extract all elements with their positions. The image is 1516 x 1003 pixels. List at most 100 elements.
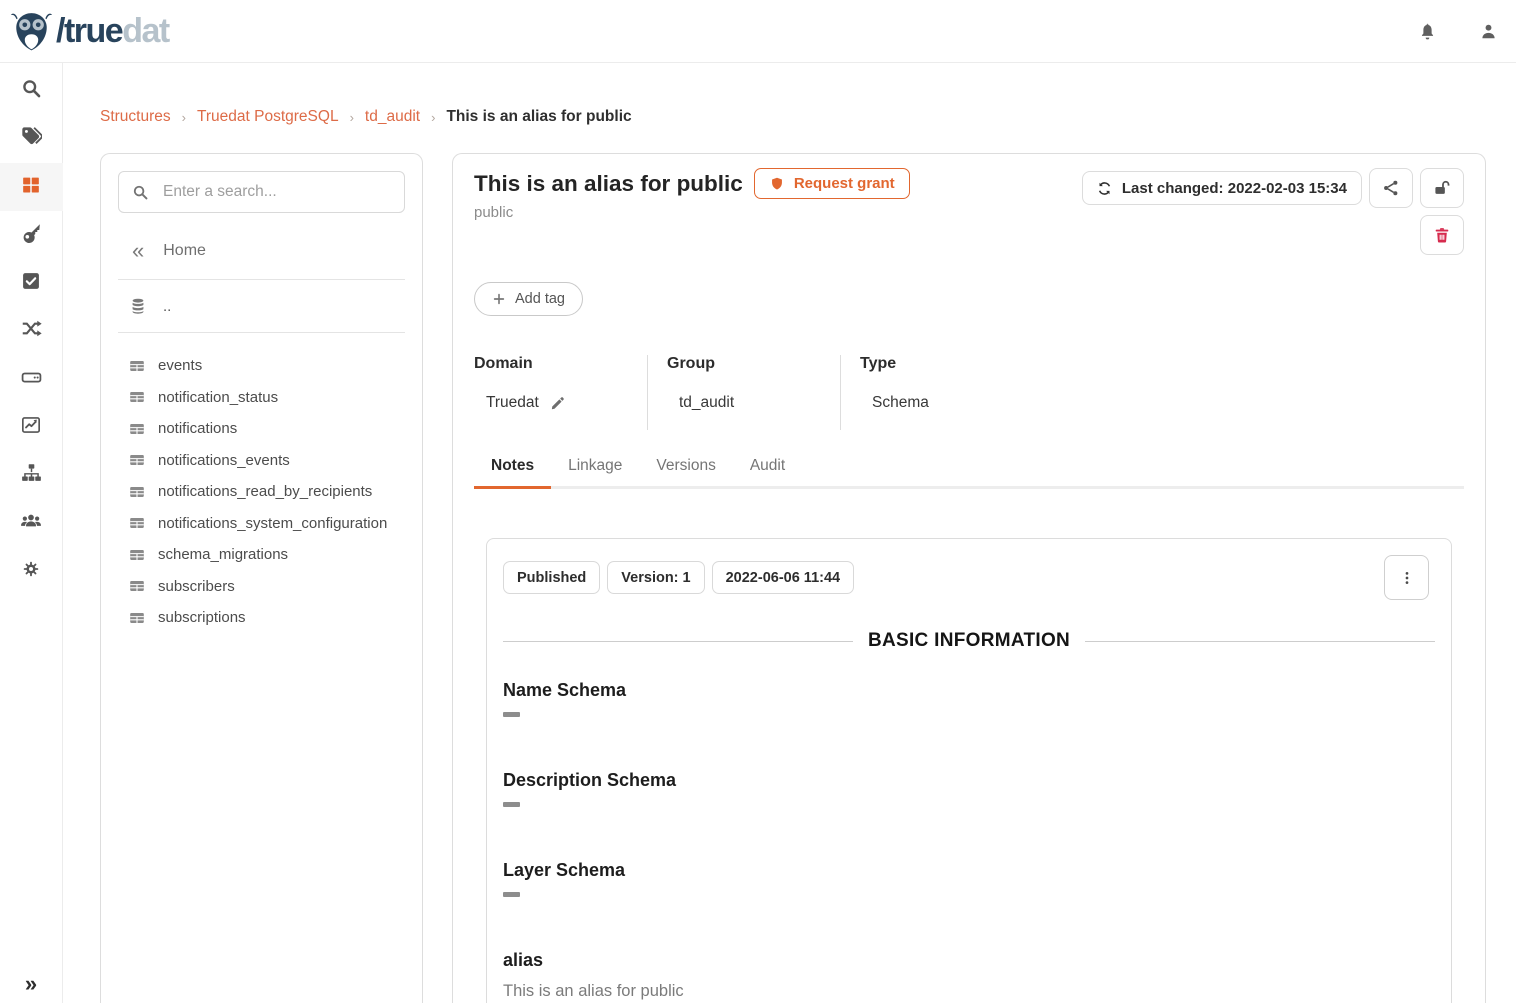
type-label: Type [860, 355, 1050, 373]
field-name-schema: Name Schema [503, 680, 1435, 732]
group-label: Group [667, 355, 840, 373]
add-tag-label: Add tag [515, 291, 565, 307]
sidebar-item-settings[interactable] [0, 547, 63, 595]
table-row-subscribers[interactable]: subscribers [118, 571, 405, 603]
table-name: events [158, 357, 202, 374]
structure-detail-panel: This is an alias for public Request gran… [452, 153, 1486, 1003]
add-tag-button[interactable]: Add tag [474, 282, 583, 316]
refresh-icon [1097, 181, 1112, 196]
group-value: td_audit [679, 394, 734, 412]
divider [118, 332, 405, 333]
delete-button[interactable] [1420, 215, 1464, 255]
key-icon [21, 222, 42, 248]
meta-section: Domain Truedat Group td_audit Type [474, 355, 1464, 430]
breadcrumb-group[interactable]: td_audit [365, 108, 420, 126]
trash-icon [1433, 226, 1451, 244]
page-title: This is an alias for public [474, 171, 743, 197]
expand-sidebar-button[interactable]: » [25, 967, 37, 1001]
field-label: Description Schema [503, 770, 1435, 791]
table-row-notifications-read-by-recipients[interactable]: notifications_read_by_recipients [118, 476, 405, 508]
top-header: /truedat [0, 0, 1516, 63]
table-icon [129, 484, 145, 500]
unlock-icon [1433, 179, 1451, 197]
edit-pencil-icon[interactable] [550, 395, 566, 411]
user-profile-icon[interactable] [1479, 22, 1498, 41]
table-row-notifications[interactable]: notifications [118, 413, 405, 445]
breadcrumb-system[interactable]: Truedat PostgreSQL [197, 108, 339, 126]
section-header: BASIC INFORMATION [503, 630, 1435, 652]
sidebar-item-systems[interactable] [0, 355, 63, 403]
share-button[interactable] [1369, 168, 1413, 208]
field-value [503, 802, 1435, 822]
table-name: subscriptions [158, 609, 246, 626]
tree-parent-item[interactable]: .. [118, 297, 405, 315]
tab-notes[interactable]: Notes [474, 447, 551, 489]
table-icon [129, 547, 145, 563]
table-row-schema-migrations[interactable]: schema_migrations [118, 539, 405, 571]
plus-icon [492, 292, 506, 306]
shield-icon [769, 176, 785, 192]
sidebar-item-taxonomy[interactable] [0, 451, 63, 499]
sidebar-item-search[interactable] [0, 67, 63, 115]
table-icon [129, 389, 145, 405]
users-icon [20, 510, 42, 537]
chart-line-icon [21, 415, 41, 440]
tab-linkage[interactable]: Linkage [551, 447, 639, 486]
table-row-notification-status[interactable]: notification_status [118, 382, 405, 414]
tags-icon [21, 126, 42, 152]
field-description-schema: Description Schema [503, 770, 1435, 822]
sitemap-icon [21, 462, 42, 488]
request-grant-button[interactable]: Request grant [754, 168, 910, 199]
table-name: notifications_system_configuration [158, 515, 387, 532]
sidebar-item-tags[interactable] [0, 115, 63, 163]
version-badge: Version: 1 [607, 561, 704, 594]
database-icon [129, 297, 147, 315]
field-label: Layer Schema [503, 860, 1435, 881]
icon-sidebar: » [0, 63, 63, 1003]
sidebar-item-quality[interactable] [0, 259, 63, 307]
table-icon [129, 610, 145, 626]
truedat-logo[interactable]: /truedat [10, 10, 169, 53]
tab-versions[interactable]: Versions [639, 447, 732, 486]
chevron-right-icon: › [182, 110, 186, 125]
tree-home-link[interactable]: « Home [118, 240, 405, 262]
sidebar-item-dashboards[interactable] [0, 403, 63, 451]
breadcrumb-structures[interactable]: Structures [100, 108, 171, 126]
grid-icon [21, 175, 41, 200]
search-icon [21, 78, 42, 104]
table-row-subscriptions[interactable]: subscriptions [118, 602, 405, 634]
notifications-bell-icon[interactable] [1418, 22, 1437, 41]
structure-tree-panel: « Home .. events notification_status not… [100, 153, 423, 1003]
search-icon [132, 184, 149, 201]
sidebar-item-structures[interactable] [0, 163, 63, 211]
last-changed-button[interactable]: Last changed: 2022-02-03 15:34 [1082, 171, 1362, 205]
detail-tabs: Notes Linkage Versions Audit [474, 447, 1464, 489]
table-row-notifications-events[interactable]: notifications_events [118, 445, 405, 477]
tree-search-input[interactable] [161, 182, 391, 202]
parent-item-label: .. [163, 298, 171, 315]
hdd-icon [21, 366, 42, 392]
field-value [503, 712, 1435, 732]
sidebar-item-permissions[interactable] [0, 211, 63, 259]
tab-audit[interactable]: Audit [733, 447, 802, 486]
type-value: Schema [872, 394, 929, 412]
note-actions-menu-button[interactable] [1384, 555, 1429, 600]
logo-text-secondary: dat [122, 12, 169, 50]
check-square-icon [21, 271, 41, 296]
breadcrumb-current: This is an alias for public [446, 108, 631, 126]
breadcrumb: Structures › Truedat PostgreSQL › td_aud… [100, 108, 1486, 126]
lock-button[interactable] [1420, 168, 1464, 208]
tree-search-box[interactable] [118, 171, 405, 213]
kebab-menu-icon [1398, 569, 1416, 587]
double-chevron-left-icon: « [132, 240, 144, 262]
sidebar-item-users[interactable] [0, 499, 63, 547]
table-row-events[interactable]: events [118, 350, 405, 382]
logo-wordmark: /truedat [56, 14, 169, 48]
sidebar-item-lineage[interactable] [0, 307, 63, 355]
field-label: alias [503, 950, 1435, 971]
logo-text-primary: /true [56, 12, 122, 50]
app-window: /truedat [0, 0, 1516, 1003]
double-chevron-right-icon: » [25, 973, 37, 995]
table-row-notifications-system-configuration[interactable]: notifications_system_configuration [118, 508, 405, 540]
table-name: notifications [158, 420, 237, 437]
